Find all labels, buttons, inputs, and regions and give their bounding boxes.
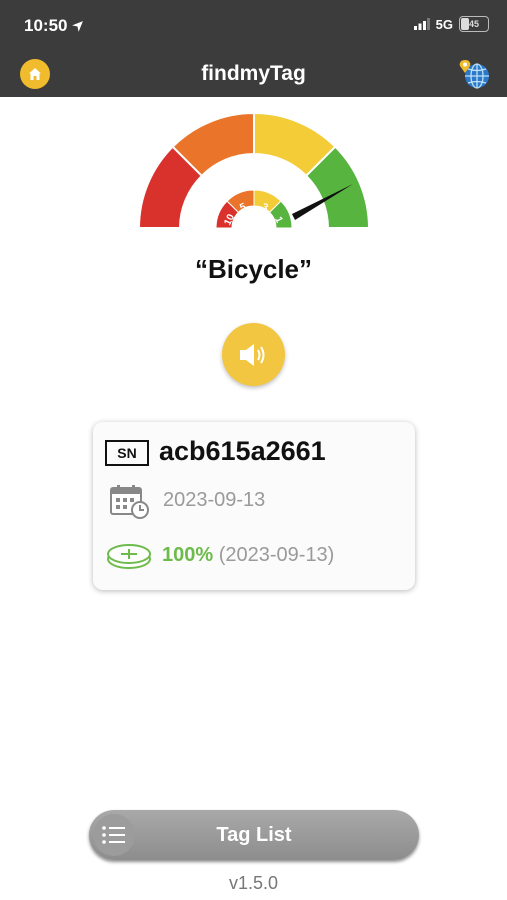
tag-list-button[interactable]: Tag List [89,810,419,860]
battery-percent: 100% [162,544,214,566]
tag-name: “Bicycle” [194,254,313,284]
location-arrow-icon [72,20,84,32]
app-title: findmyTag [201,62,306,85]
play-sound-button[interactable] [222,323,285,386]
tag-list-label: Tag List [216,824,292,846]
battery-icon: 45 [459,16,489,32]
serial-number: acb615a2661 [159,436,326,466]
battery-status: 100% (2023-09-13) [162,544,334,567]
tag-info-card[interactable]: SN acb615a2661 2023-09-13 100% (2023-09-… [93,422,415,590]
calendar-clock-icon [110,485,149,519]
sn-badge: SN [105,440,149,466]
status-time: 10:50 [24,16,84,36]
status-time-text: 10:50 [24,16,68,35]
network-label: 5G [435,16,453,32]
signal-gauge: 10 5 3 1 [137,111,371,229]
battery-coin-icon [107,544,151,569]
signal-icon [413,18,430,30]
app-version: v1.5.0 [228,873,279,893]
globe-location-button[interactable] [457,58,491,90]
last-seen-date: 2023-09-13 [163,489,266,511]
status-indicators: 5G 45 [413,16,489,32]
top-bar: 10:50 5G 45 findmyTag [0,0,507,97]
battery-level: 45 [468,19,479,29]
battery-date: (2023-09-13) [218,544,335,566]
speaker-icon [239,343,264,366]
